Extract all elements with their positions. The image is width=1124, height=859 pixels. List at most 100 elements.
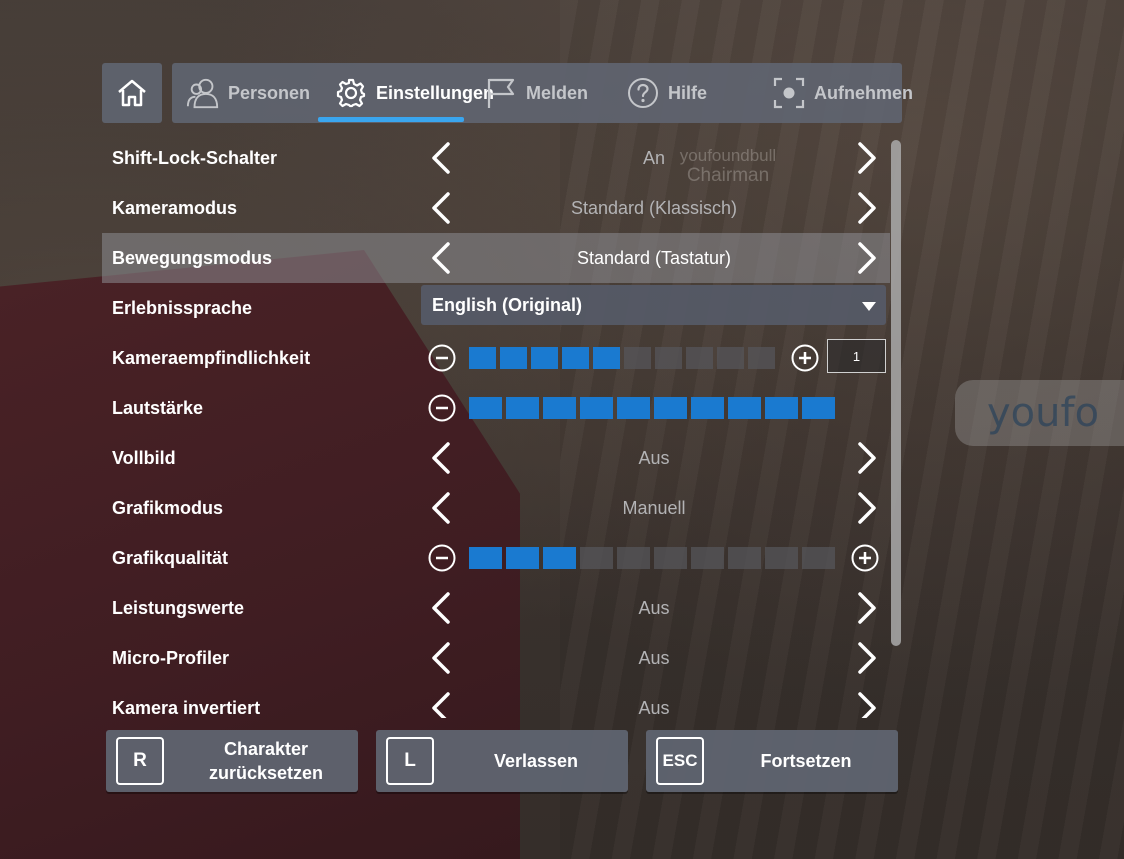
tab-melden[interactable]: Melden <box>484 63 588 123</box>
slider-segment[interactable] <box>506 397 539 419</box>
chevron-right-icon[interactable] <box>846 238 886 278</box>
minus-circle-icon[interactable] <box>428 544 456 572</box>
chevron-right-icon[interactable] <box>846 588 886 628</box>
volume-slider[interactable] <box>469 397 835 419</box>
language-dropdown[interactable]: English (Original) <box>421 285 886 325</box>
slider-segment[interactable] <box>728 397 761 419</box>
tab-hilfe[interactable]: Hilfe <box>626 63 707 123</box>
reset-character-button[interactable]: R Charakter zurücksetzen <box>106 730 358 792</box>
slider-segment[interactable] <box>543 547 576 569</box>
slider-segment[interactable] <box>580 397 613 419</box>
setting-value: Aus <box>638 698 670 718</box>
key-hint: R <box>116 737 164 785</box>
setting-label: Grafikmodus <box>112 498 224 518</box>
chat-bubble: youfo <box>955 380 1124 446</box>
resume-button[interactable]: ESC Fortsetzen <box>646 730 898 792</box>
setting-row-leistungswerte: Leistungswerte Aus <box>102 583 890 633</box>
setting-value: Manuell <box>622 498 686 518</box>
setting-row-bewegungsmodus[interactable]: Bewegungsmodus Standard (Tastatur) <box>102 233 890 283</box>
slider-segment[interactable] <box>728 547 761 569</box>
chevron-left-icon[interactable] <box>422 638 462 678</box>
graphics-quality-slider[interactable] <box>469 547 835 569</box>
slider-segment[interactable] <box>500 347 527 369</box>
slider-segment[interactable] <box>617 547 650 569</box>
setting-row-kameraempfindlichkeit: Kameraempfindlichkeit 1 <box>102 333 890 383</box>
setting-label: Grafikqualität <box>112 548 229 568</box>
slider-segment[interactable] <box>802 397 835 419</box>
button-label: Fortsetzen <box>760 751 852 771</box>
tab-personen[interactable]: Personen <box>186 63 310 123</box>
slider-segment[interactable] <box>469 547 502 569</box>
slider-segment[interactable] <box>469 347 496 369</box>
chevron-right-icon[interactable] <box>846 188 886 228</box>
chevron-left-icon[interactable] <box>422 188 462 228</box>
key-hint: L <box>386 737 434 785</box>
setting-value: Aus <box>638 648 670 668</box>
setting-value: Standard (Tastatur) <box>576 248 732 268</box>
people-icon <box>186 76 220 110</box>
setting-row-micro-profiler: Micro-Profiler Aus <box>102 633 890 683</box>
tab-aufnehmen[interactable]: Aufnehmen <box>772 63 913 123</box>
settings-list[interactable]: Shift-Lock-Schalter An Kameramodus Stand… <box>102 133 890 718</box>
slider-segment[interactable] <box>617 397 650 419</box>
home-icon <box>118 79 146 107</box>
minus-circle-icon[interactable] <box>428 344 456 372</box>
setting-row-kameramodus: Kameramodus Standard (Klassisch) <box>102 183 890 233</box>
tab-einstellungen[interactable]: Einstellungen <box>334 63 494 123</box>
settings-scrollbar[interactable] <box>891 140 901 646</box>
tab-melden-label: Melden <box>526 82 589 103</box>
chevron-right-icon[interactable] <box>846 638 886 678</box>
setting-row-kamera-invertiert: Kamera invertiert Aus <box>102 683 890 718</box>
slider-segment[interactable] <box>580 547 613 569</box>
slider-segment[interactable] <box>802 547 835 569</box>
setting-label: Erlebnissprache <box>112 298 253 318</box>
setting-value: Aus <box>638 448 670 468</box>
chevron-left-icon[interactable] <box>422 688 462 718</box>
slider-segment[interactable] <box>748 347 775 369</box>
home-button[interactable] <box>102 63 162 123</box>
setting-value: Aus <box>638 598 670 618</box>
slider-segment[interactable] <box>624 347 651 369</box>
slider-segment[interactable] <box>655 347 682 369</box>
chevron-right-icon[interactable] <box>846 138 886 178</box>
setting-row-shift-lock: Shift-Lock-Schalter An <box>102 133 890 183</box>
chat-bubble-text: youfo <box>987 390 1100 436</box>
chevron-left-icon[interactable] <box>422 488 462 528</box>
setting-label: Bewegungsmodus <box>112 248 273 268</box>
setting-label: Vollbild <box>112 448 176 468</box>
chevron-right-icon[interactable] <box>846 688 886 718</box>
slider-segment[interactable] <box>506 547 539 569</box>
slider-segment[interactable] <box>686 347 713 369</box>
slider-segment[interactable] <box>765 547 798 569</box>
chevron-left-icon[interactable] <box>422 438 462 478</box>
chevron-right-icon[interactable] <box>846 488 886 528</box>
button-label: Charakter zurücksetzen <box>208 739 324 783</box>
slider-segment[interactable] <box>593 347 620 369</box>
chevron-right-icon[interactable] <box>846 438 886 478</box>
button-label: Verlassen <box>493 751 579 771</box>
setting-label: Shift-Lock-Schalter <box>112 148 278 168</box>
chevron-left-icon[interactable] <box>422 588 462 628</box>
plus-circle-icon[interactable] <box>851 544 879 572</box>
camera-sensitivity-input[interactable]: 1 <box>827 339 886 373</box>
slider-segment[interactable] <box>717 347 744 369</box>
gear-icon <box>334 76 368 110</box>
setting-row-lautstaerke: Lautstärke <box>102 383 890 433</box>
slider-segment[interactable] <box>654 547 687 569</box>
help-icon <box>626 76 660 110</box>
slider-segment[interactable] <box>691 547 724 569</box>
leave-button[interactable]: L Verlassen <box>376 730 628 792</box>
slider-segment[interactable] <box>531 347 558 369</box>
slider-segment[interactable] <box>654 397 687 419</box>
slider-segment[interactable] <box>543 397 576 419</box>
slider-segment[interactable] <box>765 397 798 419</box>
chevron-left-icon[interactable] <box>422 238 462 278</box>
minus-circle-icon[interactable] <box>428 394 456 422</box>
chevron-left-icon[interactable] <box>422 138 462 178</box>
slider-segment[interactable] <box>562 347 589 369</box>
plus-circle-icon[interactable] <box>791 344 819 372</box>
camera-sensitivity-slider[interactable] <box>469 347 775 369</box>
slider-segment[interactable] <box>691 397 724 419</box>
slider-segment[interactable] <box>469 397 502 419</box>
setting-value: An <box>642 148 666 168</box>
